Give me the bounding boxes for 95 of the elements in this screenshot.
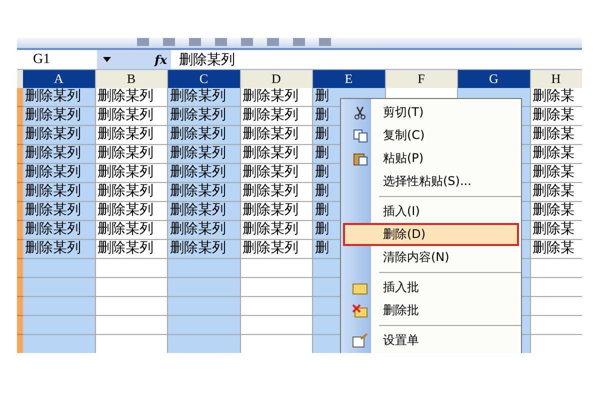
table-cell: 删除某 (530, 221, 582, 240)
table-cell: 删除某列 (96, 202, 168, 221)
column-header[interactable]: F (386, 70, 458, 88)
table-cell (530, 259, 582, 278)
note-icon (352, 280, 368, 294)
toolbar-icon[interactable] (215, 38, 227, 46)
table-cell: 删除某列 (96, 107, 168, 126)
table-cell: 删除某列 (96, 221, 168, 240)
row-header[interactable] (17, 145, 23, 164)
menu-item[interactable]: 删除批 (343, 299, 519, 322)
table-cell: 删除某 (530, 88, 582, 107)
format-cells-icon (352, 333, 368, 348)
toolbar-icon[interactable] (241, 38, 253, 46)
table-cell: 删除某列 (23, 183, 96, 202)
table-cell: 删除某 (530, 145, 582, 164)
table-cell: 删除某列 (23, 107, 96, 126)
name-box[interactable]: G1 (17, 50, 97, 69)
table-cell: 删除某列 (23, 145, 96, 164)
caret-icon (103, 57, 111, 62)
table-cell: 删除某 (530, 202, 582, 221)
scissors-icon (353, 106, 367, 120)
select-all-corner[interactable] (17, 70, 23, 88)
row-header[interactable] (17, 278, 23, 297)
function-label[interactable]: fx (154, 52, 167, 66)
table-cell: 删除某 (530, 183, 582, 202)
menu-item[interactable]: 设置单 (343, 329, 519, 352)
row-header[interactable] (17, 240, 23, 259)
row-header[interactable] (17, 164, 23, 183)
clipboard-icon (352, 151, 368, 166)
table-cell: 删除某列 (168, 221, 240, 240)
toolbar-icon[interactable] (137, 38, 149, 46)
table-cell: 删除某列 (240, 88, 313, 107)
table-cell: 删除某列 (168, 88, 240, 107)
table-cell: 删除某列 (240, 202, 313, 221)
table-cell: 删除某 (530, 240, 582, 259)
toolbar-icon[interactable] (189, 38, 201, 46)
row-header[interactable] (17, 259, 23, 278)
menu-item[interactable]: 删除(D) (343, 223, 519, 246)
column-header[interactable]: B (96, 70, 168, 88)
menu-item[interactable]: 插入批 (343, 276, 519, 299)
table-cell: 删除某 (530, 107, 582, 126)
name-box-dropdown[interactable]: fx (97, 50, 171, 69)
table-cell: 删除某列 (240, 221, 313, 240)
column-header[interactable]: G (458, 70, 530, 88)
formula-field[interactable]: 删除某列 (171, 50, 582, 69)
toolbar-icon[interactable] (267, 38, 279, 46)
row-header[interactable] (17, 202, 23, 221)
table-cell: 删除某 (530, 164, 582, 183)
column-header[interactable]: C (168, 70, 240, 88)
table-cell (530, 316, 582, 335)
table-cell: 删除某列 (23, 88, 96, 107)
table-cell: 删除某列 (240, 164, 313, 183)
toolbar-icon[interactable] (163, 38, 175, 46)
row-header[interactable] (17, 297, 23, 316)
table-cell: 删除某列 (23, 164, 96, 183)
table-cell: 删除某列 (96, 145, 168, 164)
note-delete-icon (352, 304, 368, 318)
table-cell: 删除某列 (96, 164, 168, 183)
table-cell (530, 297, 582, 316)
row-header[interactable] (17, 221, 23, 240)
row-header[interactable] (17, 335, 23, 353)
table-cell: 删除某列 (96, 88, 168, 107)
toolbar-icon[interactable] (293, 38, 305, 46)
table-cell: 删除某列 (168, 240, 240, 259)
row-header[interactable] (17, 107, 23, 126)
table-cell: 删除某列 (23, 221, 96, 240)
table-cell: 删除某列 (168, 164, 240, 183)
table-cell: 删除某列 (168, 183, 240, 202)
row-header[interactable] (17, 183, 23, 202)
table-cell: 删除某列 (168, 126, 240, 145)
table-cell: 删除某列 (96, 126, 168, 145)
row-header[interactable] (17, 316, 23, 335)
column-header[interactable]: A (23, 70, 96, 88)
table-cell: 删除某列 (96, 183, 168, 202)
table-cell: 删除某列 (240, 126, 313, 145)
table-cell: 删除某列 (240, 240, 313, 259)
table-cell: 删除某列 (240, 183, 313, 202)
column-header[interactable]: D (240, 70, 313, 88)
column-header[interactable]: E (313, 70, 386, 88)
table-cell: 删除某列 (23, 240, 96, 259)
table-cell: 删除某列 (240, 145, 313, 164)
table-cell: 删除某列 (23, 202, 96, 221)
copy-icon (352, 128, 368, 142)
toolbar-icon[interactable] (319, 38, 331, 46)
table-cell: 删除某列 (168, 202, 240, 221)
column-header[interactable]: H (530, 70, 582, 88)
row-header[interactable] (17, 88, 23, 107)
table-cell: 删除某列 (96, 240, 168, 259)
table-cell: 删除某列 (168, 107, 240, 126)
table-cell: 删除某 (530, 126, 582, 145)
table-cell: 删除某列 (240, 107, 313, 126)
table-cell: 删除某列 (168, 145, 240, 164)
table-cell: 删除某列 (23, 126, 96, 145)
row-header[interactable] (17, 126, 23, 145)
table-cell (530, 278, 582, 297)
